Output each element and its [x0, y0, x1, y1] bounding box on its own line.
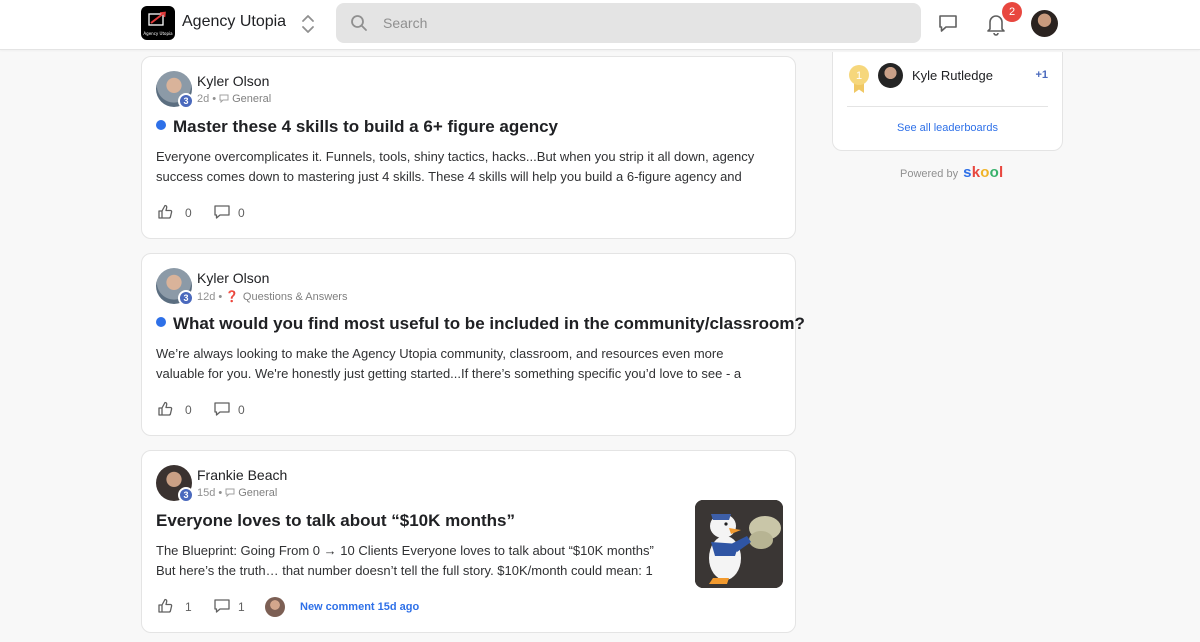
post-age: 12d [197, 291, 216, 303]
post-card[interactable]: 3 Frankie Beach 15d • General Everyone lov… [141, 450, 796, 633]
comment-icon [214, 402, 230, 416]
like-button[interactable]: 0 [157, 204, 197, 222]
excerpt-line: success comes down to mastering just 4 s… [156, 169, 742, 184]
post-title[interactable]: Master these 4 skills to build a 6+ figu… [156, 117, 558, 137]
author-name[interactable]: Kyler Olson [197, 270, 269, 286]
author-name[interactable]: Kyler Olson [197, 73, 269, 89]
excerpt-line: Everyone overcomplicates it. Funnels, to… [156, 149, 755, 164]
search-icon [351, 15, 367, 31]
excerpt-line: But here’s the truth… that number doesn’… [156, 563, 653, 578]
post-card[interactable]: 3 Kyler Olson 12d • ❓ Questions & Answers W… [141, 253, 805, 436]
like-count: 0 [185, 403, 192, 417]
comment-icon [214, 599, 230, 613]
top-header: Agency Utopia Agency Utopia Search 2 [0, 0, 1200, 50]
leaderboard-panel: 1 Kyle Rutledge +1 See all leaderboards [832, 52, 1063, 151]
chat-icon [219, 94, 229, 103]
leader-avatar[interactable] [878, 63, 903, 88]
post-meta: 2d • General [197, 93, 272, 105]
community-logo[interactable]: Agency Utopia [141, 6, 175, 40]
post-age: 15d [197, 487, 216, 499]
post-category[interactable]: General [232, 93, 271, 105]
post-title-text: Master these 4 skills to build a 6+ figu… [173, 117, 558, 136]
logo-mark-icon [148, 11, 166, 26]
post-excerpt[interactable]: The Blueprint: Going From 0 → 10 Clients… [156, 541, 681, 581]
comment-button[interactable]: 1 [213, 598, 253, 616]
level-badge: 3 [178, 290, 194, 306]
chat-icon [225, 488, 235, 497]
post-meta: 15d • General [197, 487, 278, 499]
unread-dot [156, 317, 166, 327]
comment-button[interactable]: 0 [213, 204, 253, 222]
notification-count-badge: 2 [1002, 2, 1022, 22]
comment-button[interactable]: 0 [213, 401, 253, 419]
question-icon: ❓ [225, 291, 239, 303]
last-commenter-avatar[interactable] [265, 597, 285, 617]
skool-logo: skool [963, 164, 1004, 181]
level-badge: 3 [178, 93, 194, 109]
rank-number: 1 [856, 70, 862, 82]
post-card[interactable]: 3 Kyler Olson 2d • General Master these 4 … [141, 56, 796, 239]
new-comment-link[interactable]: New comment 15d ago [300, 601, 419, 613]
user-avatar[interactable] [1031, 10, 1058, 37]
see-all-leaderboards-link[interactable]: See all leaderboards [833, 122, 1062, 134]
leader-points: +1 [1035, 69, 1048, 81]
like-count: 1 [185, 600, 192, 614]
community-switcher-icon[interactable] [300, 13, 316, 35]
post-excerpt[interactable]: Everyone overcomplicates it. Funnels, to… [156, 147, 786, 187]
comment-count: 0 [238, 403, 245, 417]
comment-count: 1 [238, 600, 245, 614]
powered-by-footer[interactable]: Powered by skool [900, 164, 1003, 181]
post-thumbnail-image[interactable] [695, 500, 783, 588]
unread-dot [156, 120, 166, 130]
post-title-text: Everyone loves to talk about “$10K month… [156, 511, 515, 530]
donald-duck-money-image [695, 500, 783, 588]
leader-name[interactable]: Kyle Rutledge [912, 68, 993, 83]
author-name[interactable]: Frankie Beach [197, 467, 287, 483]
thumbs-up-icon [158, 401, 173, 416]
excerpt-line: valuable for you. We're honestly just ge… [156, 366, 742, 381]
comment-icon [214, 205, 230, 219]
rank-badge-icon: 1 [849, 65, 869, 93]
community-name[interactable]: Agency Utopia [182, 13, 286, 31]
post-title[interactable]: Everyone loves to talk about “$10K month… [156, 511, 515, 531]
comment-count: 0 [238, 206, 245, 220]
chat-icon[interactable] [937, 12, 959, 34]
thumbs-up-icon [158, 204, 173, 219]
like-count: 0 [185, 206, 192, 220]
post-title-text: What would you find most useful to be in… [173, 314, 805, 333]
excerpt-line: We’re always looking to make the Agency … [156, 346, 724, 361]
excerpt-line: The Blueprint: Going From 0 → 10 Clients… [156, 543, 654, 558]
post-title[interactable]: What would you find most useful to be in… [156, 314, 805, 334]
post-category[interactable]: General [238, 487, 277, 499]
thumbs-up-icon [158, 598, 173, 613]
search-placeholder: Search [383, 15, 428, 31]
level-badge: 3 [178, 487, 194, 503]
like-button[interactable]: 1 [157, 598, 197, 616]
search-bar[interactable]: Search [336, 3, 921, 43]
post-category[interactable]: Questions & Answers [243, 291, 348, 303]
powered-by-label: Powered by [900, 168, 959, 180]
logo-caption: Agency Utopia [143, 31, 173, 36]
like-button[interactable]: 0 [157, 401, 197, 419]
divider [847, 106, 1048, 107]
post-excerpt[interactable]: We’re always looking to make the Agency … [156, 344, 786, 384]
post-meta: 12d • ❓ Questions & Answers [197, 291, 348, 303]
post-age: 2d [197, 93, 210, 105]
